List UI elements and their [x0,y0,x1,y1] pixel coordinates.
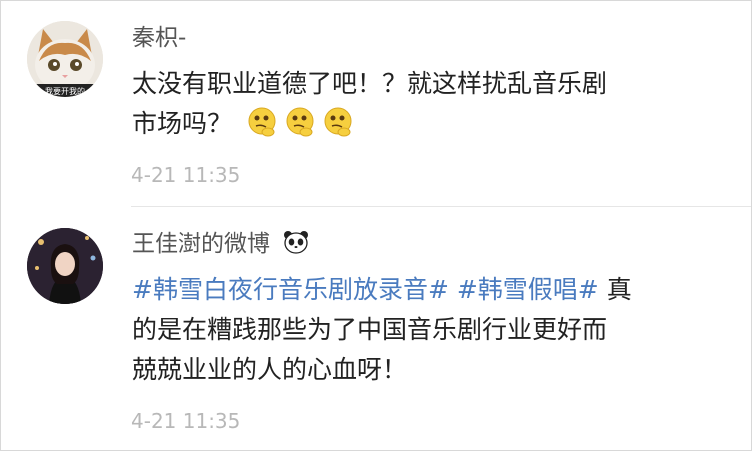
comment-text-line: 的是在糟践那些为了中国音乐剧行业更好而 [132,315,608,344]
thinking-face-icon [324,107,352,137]
avatar[interactable] [27,228,103,304]
thinking-face-icon [286,107,314,137]
thinking-face-icon [248,107,276,137]
comment-text-line: 太没有职业道德了吧！？就这样扰乱音乐剧 [132,69,608,98]
cat-avatar-icon: 我要开我的 [27,21,103,97]
username[interactable]: 秦枳- [132,23,186,53]
username-label: 王佳澍的微博 [132,231,270,257]
avatar[interactable]: 我要开我的 [27,21,103,97]
comment-text-line: 兢兢业业的人的心血呀！ [132,355,408,384]
comment-text: 太没有职业道德了吧！？就这样扰乱音乐剧 市场吗？ [132,64,732,144]
topic-link[interactable]: #韩雪白夜行音乐剧放录音# [132,275,449,304]
comment-text-line: 市场吗？ [132,109,233,138]
comment-item: 王佳澍的微博 #韩雪白夜行音乐剧放录音# #韩雪假唱# 真 的是在糟践那些为了中… [1,207,751,452]
avatar-caption: 我要开我的 [45,86,85,96]
comment-item: 我要开我的 秦枳- 太没有职业道德了吧！？就这样扰乱音乐剧 市场吗？ 4-21 … [1,1,751,206]
username[interactable]: 王佳澍的微博 [132,229,309,259]
comment-text: #韩雪白夜行音乐剧放录音# #韩雪假唱# 真 的是在糟践那些为了中国音乐剧行业更… [132,270,732,390]
timestamp: 4-21 11:35 [131,409,241,433]
panda-icon [284,231,309,254]
comment-text-line: 真 [598,275,632,304]
timestamp: 4-21 11:35 [131,163,241,187]
person-avatar-icon [27,228,103,304]
topic-link[interactable]: #韩雪假唱# [457,275,599,304]
